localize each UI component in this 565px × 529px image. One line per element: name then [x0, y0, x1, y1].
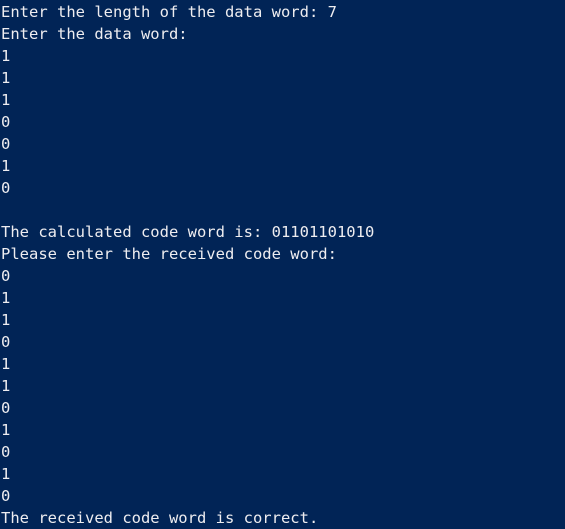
- prompt-received-code-word: Please enter the received code word:: [1, 245, 337, 263]
- console-output[interactable]: Enter the length of the data word: 7 Ent…: [0, 0, 565, 529]
- data-bit-7: 0: [1, 179, 11, 197]
- received-bit-4: 0: [1, 333, 11, 351]
- data-bit-5: 0: [1, 135, 11, 153]
- result-message: The received code word is correct.: [1, 509, 319, 527]
- received-bit-7: 0: [1, 399, 11, 417]
- received-bit-10: 1: [1, 465, 11, 483]
- data-bit-4: 0: [1, 113, 11, 131]
- calculated-code-word: The calculated code word is: 01101101010: [1, 223, 375, 241]
- prompt-data-word: Enter the data word:: [1, 25, 188, 43]
- received-bit-3: 1: [1, 311, 11, 329]
- received-bit-8: 1: [1, 421, 11, 439]
- prompt-data-word-length: Enter the length of the data word: 7: [1, 3, 337, 21]
- data-bit-6: 1: [1, 157, 11, 175]
- received-bit-6: 1: [1, 377, 11, 395]
- data-bit-2: 1: [1, 69, 11, 87]
- data-bit-1: 1: [1, 47, 11, 65]
- received-bit-11: 0: [1, 487, 11, 505]
- received-bit-2: 1: [1, 289, 11, 307]
- received-bit-1: 0: [1, 267, 11, 285]
- received-bit-5: 1: [1, 355, 11, 373]
- received-bit-9: 0: [1, 443, 11, 461]
- data-bit-3: 1: [1, 91, 11, 109]
